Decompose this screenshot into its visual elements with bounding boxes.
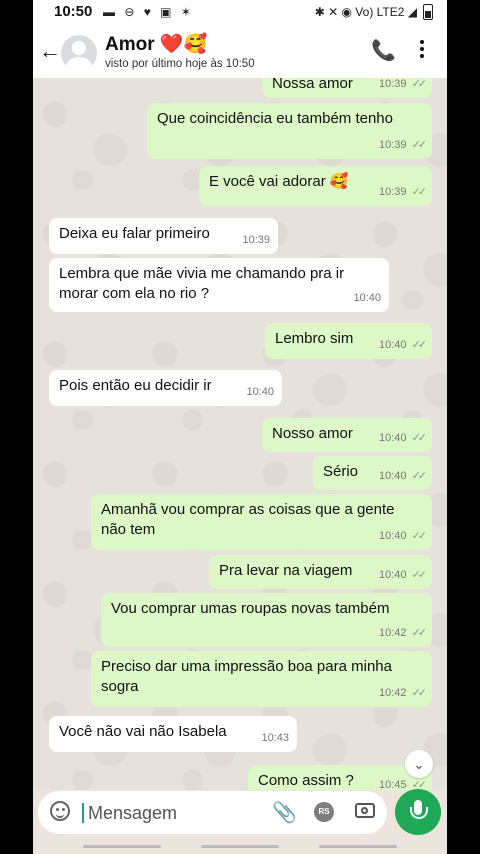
connectivity-icons: ✱ ✕ ◉ Vo) LTE2 ◢ — [314, 5, 417, 19]
message-bubble-outgoing[interactable]: Lembro sim 10:40 ✓✓ — [265, 323, 432, 359]
message-bubble-incoming[interactable]: Lembra que mãe vivia me chamando pra ir … — [49, 258, 389, 312]
scroll-to-bottom-button[interactable]: ⌄ — [405, 750, 433, 778]
message-bubble-outgoing[interactable]: Pra levar na viagem 10:40 ✓✓ — [209, 555, 432, 589]
message-text: Pra levar na viagem — [219, 562, 353, 579]
avatar[interactable] — [61, 35, 97, 71]
phone-screen: 10:50 ▬ ⊖ ♥ ▣ ✶ ✱ ✕ ◉ Vo) LTE2 ◢ ← Amor … — [33, 0, 447, 854]
message-bubble-outgoing[interactable]: Amanhã vou comprar as coisas que a gente… — [91, 494, 432, 550]
text-cursor — [82, 803, 84, 823]
message-input[interactable] — [86, 799, 260, 827]
chat-header: ← Amor ❤️🥰 visto por último hoje às 10:5… — [33, 26, 447, 78]
read-ticks-icon: ✓✓ — [411, 78, 428, 90]
emoji-icon[interactable] — [50, 801, 70, 821]
message-text: E você vai adorar 🥰 — [209, 173, 349, 190]
message-text: Amanhã vou comprar as coisas que a gente… — [101, 501, 395, 538]
message-text: Deixa eu falar primeiro — [59, 225, 210, 242]
attach-paperclip-icon[interactable]: 📎 — [272, 800, 297, 825]
message-bubble-outgoing[interactable]: Nosso amor 10:40 ✓✓ — [262, 418, 432, 452]
system-nav-bar — [33, 840, 447, 854]
message-bubble-outgoing[interactable]: E você vai adorar 🥰 10:39 ✓✓ — [199, 166, 432, 206]
read-ticks-icon: ✓✓ — [411, 530, 428, 542]
read-ticks-icon: ✓✓ — [411, 432, 428, 444]
read-ticks-icon: ✓✓ — [411, 339, 428, 351]
message-bubble-outgoing[interactable]: Sério 10:40 ✓✓ — [313, 456, 432, 490]
message-bubble-outgoing[interactable]: Preciso dar uma impressão boa para minha… — [91, 651, 432, 707]
message-text: Pois então eu decidir ir — [59, 377, 212, 394]
voice-message-button[interactable] — [395, 789, 441, 835]
status-bar: 10:50 ▬ ⊖ ♥ ▣ ✶ ✱ ✕ ◉ Vo) LTE2 ◢ — [33, 0, 447, 26]
message-text: Vou comprar umas roupas novas também — [111, 600, 390, 617]
notification-icons: ▬ ⊖ ♥ ▣ ✶ — [103, 5, 194, 19]
message-bubble-outgoing[interactable]: Como assim ? 10:45 ✓✓ — [248, 765, 432, 790]
add-call-icon[interactable]: 📞 — [371, 38, 396, 63]
message-bubble-incoming[interactable]: Você não vai não Isabela 10:43 — [49, 716, 297, 752]
message-input-container: 📎 RS — [38, 791, 387, 834]
double-chevron-down-icon: ⌄ — [413, 756, 425, 772]
message-bubble-incoming[interactable]: Deixa eu falar primeiro 10:39 — [49, 218, 278, 254]
camera-icon[interactable] — [355, 803, 375, 818]
read-ticks-icon: ✓✓ — [411, 186, 428, 198]
message-list[interactable]: Nossa amor 10:39 ✓✓ Que coincidência eu … — [33, 78, 447, 790]
payment-rs-icon[interactable]: RS — [314, 802, 334, 822]
message-bubble-outgoing[interactable]: Nossa amor 10:39 ✓✓ — [262, 78, 432, 98]
read-ticks-icon: ✓✓ — [411, 687, 428, 699]
composer-bar: 📎 RS — [33, 788, 447, 838]
status-time: 10:50 — [54, 3, 93, 20]
message-bubble-outgoing[interactable]: Que coincidência eu também tenho 10:39 ✓… — [147, 103, 432, 159]
system-icons: ✱ ✕ ◉ Vo) LTE2 ◢ — [315, 4, 433, 20]
message-text: Você não vai não Isabela — [59, 723, 227, 740]
back-arrow-icon[interactable]: ← — [39, 38, 61, 64]
message-text: Preciso dar uma impressão boa para minha… — [101, 658, 392, 695]
message-text: Nossa amor — [272, 78, 353, 92]
message-text: Nosso amor — [272, 425, 353, 442]
microphone-icon — [410, 800, 428, 819]
more-options-icon[interactable] — [420, 40, 424, 61]
message-text: Lembro sim — [275, 330, 354, 347]
message-bubble-incoming[interactable]: Pois então eu decidir ir 10:40 — [49, 370, 282, 406]
read-ticks-icon: ✓✓ — [411, 470, 428, 482]
read-ticks-icon: ✓✓ — [411, 139, 428, 151]
message-text: Como assim ? — [258, 772, 354, 789]
battery-icon — [423, 4, 433, 20]
message-text: Que coincidência eu também tenho — [157, 110, 393, 127]
read-ticks-icon: ✓✓ — [411, 569, 428, 581]
read-ticks-icon: ✓✓ — [411, 627, 428, 639]
contact-name[interactable]: Amor ❤️🥰 — [105, 32, 207, 56]
message-text: Sério — [323, 463, 359, 480]
last-seen-status: visto por último hoje às 10:50 — [105, 58, 255, 70]
message-text: Lembra que mãe vivia me chamando pra ir … — [59, 265, 345, 302]
message-bubble-outgoing[interactable]: Vou comprar umas roupas novas também 10:… — [101, 593, 432, 647]
